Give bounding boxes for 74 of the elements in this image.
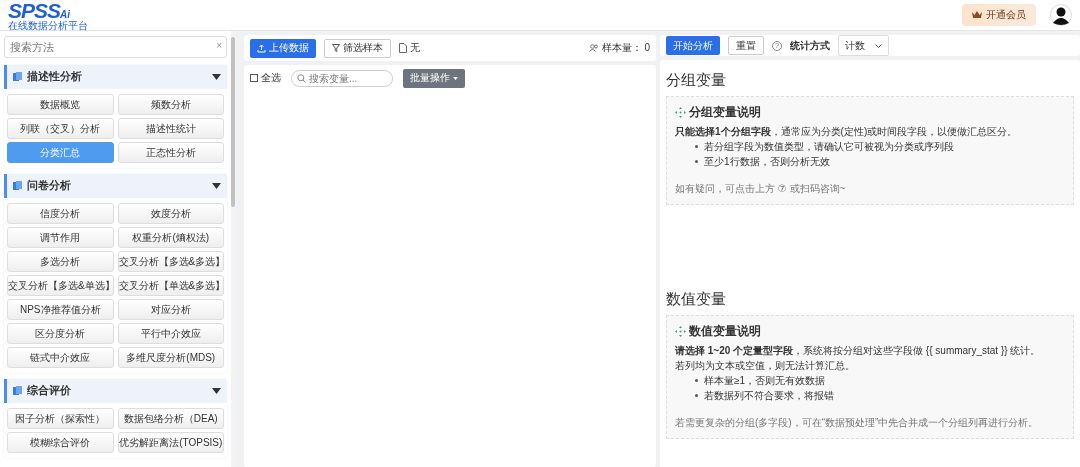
sample-count: 样本量： 0 <box>601 41 650 55</box>
stat-method-label: 统计方式 <box>790 38 830 53</box>
users-icon <box>588 44 599 52</box>
crown-icon <box>972 11 982 19</box>
member-button[interactable]: 开通会员 <box>962 4 1036 26</box>
caret-icon[interactable] <box>212 388 221 394</box>
variable-search-field[interactable]: 搜索变量... <box>291 69 393 87</box>
bullet-text: 若分组字段为数值类型，请确认它可被视为分类或序列段 <box>704 140 954 154</box>
logo: SPSSAi 在线数据分析平台 <box>8 0 88 31</box>
method-button[interactable]: 交叉分析【多选&单选】 <box>7 275 114 296</box>
bullet-icon <box>695 379 698 382</box>
bullet-icon <box>695 145 698 148</box>
scrollbar-thumb[interactable] <box>231 37 235 207</box>
section-header[interactable]: 综合评价 <box>4 379 227 403</box>
section-heading: 分组变量 <box>666 71 727 90</box>
method-button[interactable]: 列联（交叉）分析 <box>7 118 114 139</box>
method-button[interactable]: 频数分析 <box>117 94 224 115</box>
filter-icon <box>332 44 340 52</box>
stat-method-select[interactable]: 计数 <box>838 35 889 56</box>
note-footer: 若需更复杂的分组(多字段)，可在“数据预处理”中先合并成一个分组列再进行分析。 <box>675 415 1065 430</box>
method-button[interactable]: NPS净推荐值分析 <box>7 299 114 320</box>
method-button[interactable]: 效度分析 <box>117 203 224 224</box>
method-button[interactable]: 交叉分析【多选&多选】 <box>117 251 224 272</box>
method-button[interactable]: 多选分析 <box>7 251 114 272</box>
note-text: 请选择 1~20 个定量型字段，系统将按分组对这些字段做 {{ summary_stat }} 统计。 <box>675 344 1042 358</box>
method-button[interactable]: 模糊综合评价 <box>7 432 114 453</box>
book-icon <box>13 72 22 82</box>
filter-button[interactable]: 筛选样本 <box>324 38 391 58</box>
method-button[interactable]: 优劣解距离法(TOPSIS) <box>117 432 224 453</box>
section-header[interactable]: 问卷分析 <box>4 174 227 198</box>
method-button[interactable]: 描述性统计 <box>117 118 224 139</box>
note-text: 若列均为文本或空值，则无法计算汇总。 <box>675 359 856 373</box>
bullet-icon <box>695 160 698 163</box>
note-footer: 如有疑问，可点击上方 ⑦ 或扫码咨询~ <box>675 181 1065 196</box>
caret-icon[interactable] <box>212 74 221 80</box>
select-all-checkbox[interactable]: 全选 <box>250 71 281 85</box>
bullet-text: 样本量≥1，否则无有效数据 <box>704 374 826 388</box>
batch-button[interactable]: 批量操作 <box>403 68 465 88</box>
note-title: 分组变量说明 <box>689 104 761 121</box>
method-button[interactable]: 多维尺度分析(MDS) <box>117 347 224 368</box>
section-header[interactable]: 描述性分析 <box>4 65 227 89</box>
caret-icon[interactable] <box>212 183 221 189</box>
caret-icon <box>453 76 458 80</box>
note-text: 只能选择1个分组字段，通常应为分类(定性)或时间段字段，以便做汇总区分。 <box>675 125 1019 139</box>
method-button[interactable]: 交叉分析【单选&多选】 <box>117 275 224 296</box>
reset-button[interactable]: 重置 <box>728 36 764 55</box>
bullet-icon <box>695 394 698 397</box>
method-button[interactable]: 权重分析(熵权法) <box>117 227 224 248</box>
bullet-text: 若数据列不符合要求，将报错 <box>704 389 834 403</box>
section-heading: 数值变量 <box>666 290 727 309</box>
file-icon <box>399 43 407 53</box>
chevron-icon <box>875 43 882 48</box>
avatar[interactable] <box>1050 4 1072 26</box>
method-button[interactable]: 数据包络分析（DEA) <box>117 408 224 429</box>
note-title: 数值变量说明 <box>689 323 761 340</box>
bullet-text: 至少1行数据，否则分析无效 <box>704 155 830 169</box>
book-icon <box>13 181 22 191</box>
method-button[interactable]: 链式中介效应 <box>7 347 114 368</box>
file-name: 无 <box>410 41 420 55</box>
method-button[interactable]: 信度分析 <box>7 203 114 224</box>
method-button[interactable]: 调节作用 <box>7 227 114 248</box>
method-button[interactable]: 区分度分析 <box>7 323 114 344</box>
method-button[interactable]: 对应分析 <box>117 299 224 320</box>
upload-button[interactable]: 上传数据 <box>250 38 316 58</box>
method-button[interactable]: 正态性分析 <box>117 142 224 163</box>
search-icon <box>297 73 306 83</box>
method-button[interactable]: 因子分析（探索性） <box>7 408 114 429</box>
method-button[interactable]: 平行中介效应 <box>117 323 224 344</box>
book-icon <box>13 386 22 396</box>
method-button[interactable]: 数据概览 <box>7 94 114 115</box>
move-icon <box>675 325 686 337</box>
upload-icon <box>257 43 266 53</box>
start-button[interactable]: 开始分析 <box>666 36 720 55</box>
move-icon <box>675 106 686 118</box>
